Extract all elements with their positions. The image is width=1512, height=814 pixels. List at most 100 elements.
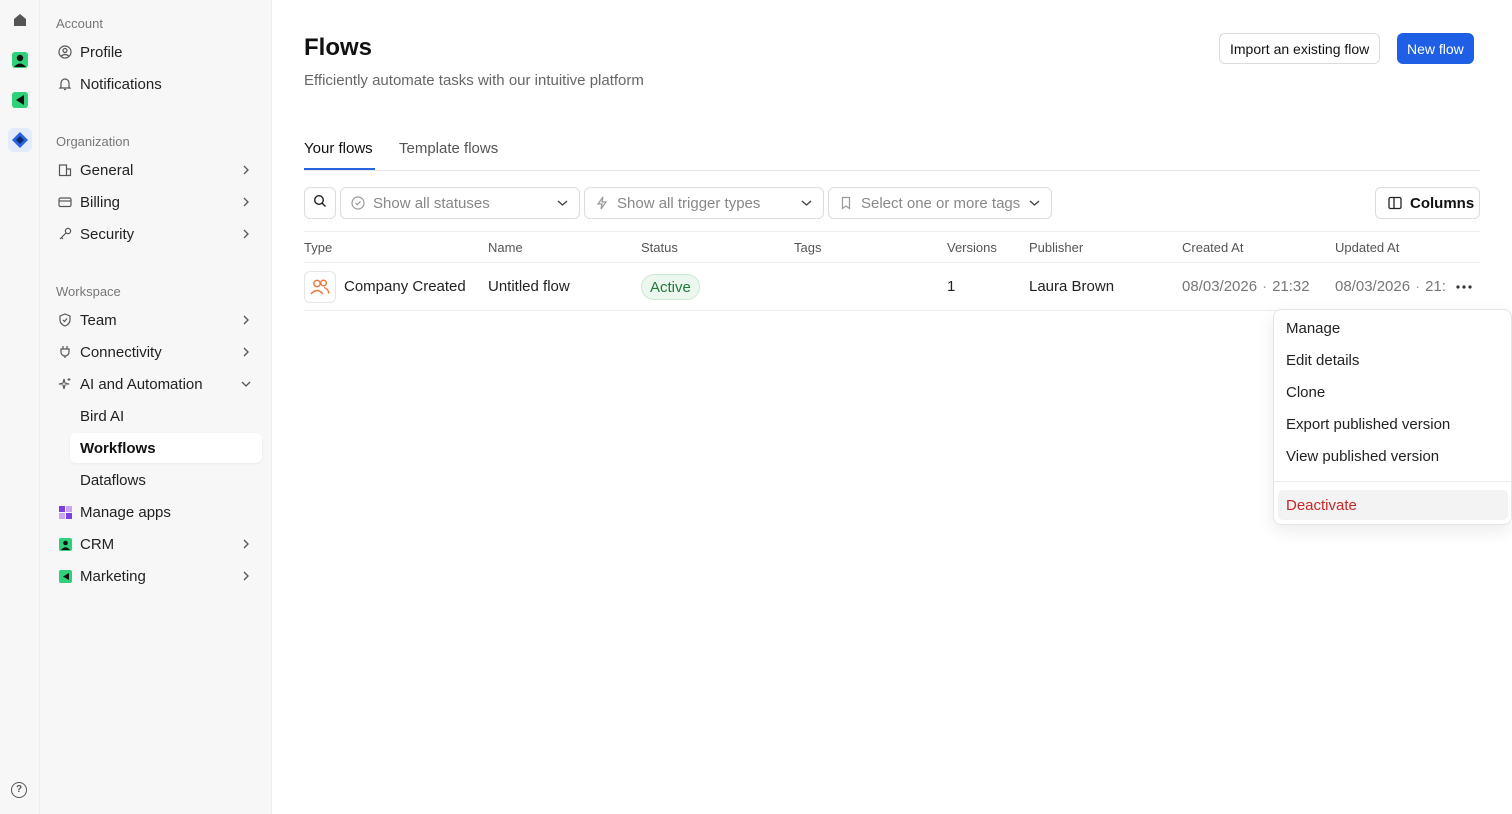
chevron-down-icon (1029, 197, 1041, 209)
column-header-status[interactable]: Status (641, 240, 678, 255)
page-subtitle: Efficiently automate tasks with our intu… (304, 72, 644, 89)
columns-icon (1388, 196, 1402, 210)
marketing-app-icon[interactable] (8, 88, 32, 112)
help-icon[interactable]: ? (11, 782, 27, 798)
menu-divider (1274, 481, 1511, 482)
sidebar-item-label: Security (80, 225, 135, 243)
tab-your-flows[interactable]: Your flows (304, 140, 373, 157)
new-flow-button[interactable]: New flow (1397, 33, 1474, 64)
separator-dot: · (1262, 278, 1268, 295)
sidebar-item-label: Billing (80, 193, 121, 211)
column-header-publisher[interactable]: Publisher (1029, 240, 1083, 255)
sidebar-item-manage-apps[interactable]: Manage apps (54, 497, 262, 527)
import-flow-button[interactable]: Import an existing flow (1219, 33, 1381, 64)
search-button[interactable] (304, 187, 336, 219)
row-actions-menu: Manage Edit details Clone Export publish… (1273, 309, 1512, 525)
column-header-type[interactable]: Type (304, 240, 332, 255)
sidebar-item-crm[interactable]: CRM (54, 529, 262, 559)
key-icon (58, 227, 72, 241)
megaphone-icon (58, 569, 72, 583)
trigger-type-filter[interactable]: Show all trigger types (584, 187, 824, 219)
sidebar-item-label: Profile (80, 43, 123, 61)
building-icon (58, 163, 72, 177)
sidebar-item-general[interactable]: General (54, 155, 262, 185)
page-title: Flows (304, 34, 373, 61)
sidebar-item-label: CRM (80, 535, 115, 553)
row-updated-at: 08/03/2026·21:32 (1335, 278, 1445, 295)
flows-app-icon[interactable] (8, 128, 32, 152)
chevron-right-icon (240, 228, 252, 240)
crm-app-icon[interactable] (8, 48, 32, 72)
updated-date: 08/03/2026 (1335, 278, 1411, 295)
table-row[interactable]: Company Created Untitled flow Active 1 L… (304, 263, 1480, 311)
lightning-icon (595, 196, 609, 210)
sidebar-item-notifications[interactable]: Notifications (54, 69, 262, 99)
chevron-right-icon (240, 538, 252, 550)
sidebar-item-connectivity[interactable]: Connectivity (54, 337, 262, 367)
column-header-tags[interactable]: Tags (794, 240, 821, 255)
tags-filter-value: Select one or more tags (861, 194, 1021, 212)
row-name[interactable]: Untitled flow (488, 278, 570, 295)
sidebar-item-workflows[interactable]: Workflows (70, 433, 262, 463)
app-rail: ? (0, 0, 40, 814)
sidebar-item-bird-ai[interactable]: Bird AI (70, 401, 262, 431)
sidebar-item-label: Workflows (80, 439, 156, 457)
columns-button[interactable]: Columns (1375, 187, 1480, 219)
apps-grid-icon (58, 505, 72, 519)
column-header-updated-at[interactable]: Updated At (1335, 240, 1399, 255)
tab-template-flows[interactable]: Template flows (399, 140, 498, 157)
crm-icon (58, 537, 72, 551)
menu-item-clone[interactable]: Clone (1278, 377, 1508, 407)
sidebar-item-profile[interactable]: Profile (54, 37, 262, 67)
menu-item-edit-details[interactable]: Edit details (1278, 345, 1508, 375)
column-header-name[interactable]: Name (488, 240, 523, 255)
status-filter[interactable]: Show all statuses (340, 187, 580, 219)
row-created-at: 08/03/2026 · 21:32 (1182, 278, 1310, 295)
user-circle-icon (58, 45, 72, 59)
sidebar-item-label: General (80, 161, 134, 179)
chevron-right-icon (240, 314, 252, 326)
status-filter-value: Show all statuses (373, 194, 490, 212)
column-header-versions[interactable]: Versions (947, 240, 997, 255)
sidebar-item-label: Marketing (80, 567, 146, 585)
created-time: 21:32 (1272, 278, 1310, 295)
sidebar-item-ai-automation[interactable]: AI and Automation (54, 369, 262, 399)
sidebar-item-team[interactable]: Team (54, 305, 262, 335)
sidebar-item-marketing[interactable]: Marketing (54, 561, 262, 591)
search-icon (313, 194, 327, 212)
sidebar-item-label: Dataflows (80, 471, 146, 489)
sidebar-item-label: Bird AI (80, 407, 125, 425)
status-badge: Active (641, 274, 700, 300)
bookmark-icon (839, 196, 853, 210)
created-date: 08/03/2026 (1182, 278, 1258, 295)
column-header-created-at[interactable]: Created At (1182, 240, 1243, 255)
sidebar-item-security[interactable]: Security (54, 219, 262, 249)
sidebar-item-dataflows[interactable]: Dataflows (70, 465, 262, 495)
users-icon (304, 271, 336, 303)
chevron-down-icon (557, 197, 569, 209)
menu-item-view-published[interactable]: View published version (1278, 441, 1508, 471)
trigger-filter-value: Show all trigger types (617, 194, 761, 212)
plug-icon (58, 345, 72, 359)
home-icon[interactable] (8, 8, 32, 32)
sidebar-item-billing[interactable]: Billing (54, 187, 262, 217)
section-label-account: Account (56, 16, 103, 31)
chevron-down-icon (801, 197, 813, 209)
row-publisher: Laura Brown (1029, 278, 1115, 295)
shield-icon (58, 313, 72, 327)
chevron-down-icon (240, 378, 252, 390)
tags-filter[interactable]: Select one or more tags (828, 187, 1052, 219)
menu-item-export-published[interactable]: Export published version (1278, 409, 1508, 439)
menu-item-deactivate[interactable]: Deactivate (1278, 490, 1508, 520)
flows-tabs: Your flows Template flows (304, 130, 1480, 171)
columns-button-label: Columns (1410, 194, 1475, 212)
settings-sidebar: Account Profile Notifications Organizati… (40, 0, 272, 814)
sidebar-item-label: Notifications (80, 75, 162, 93)
menu-item-manage[interactable]: Manage (1278, 313, 1508, 343)
chevron-right-icon (240, 570, 252, 582)
separator-dot: · (1415, 278, 1421, 295)
active-tab-indicator (304, 168, 375, 170)
section-label-workspace: Workspace (56, 284, 121, 299)
sidebar-item-label: Team (80, 311, 117, 329)
more-options-icon[interactable] (1454, 277, 1474, 297)
